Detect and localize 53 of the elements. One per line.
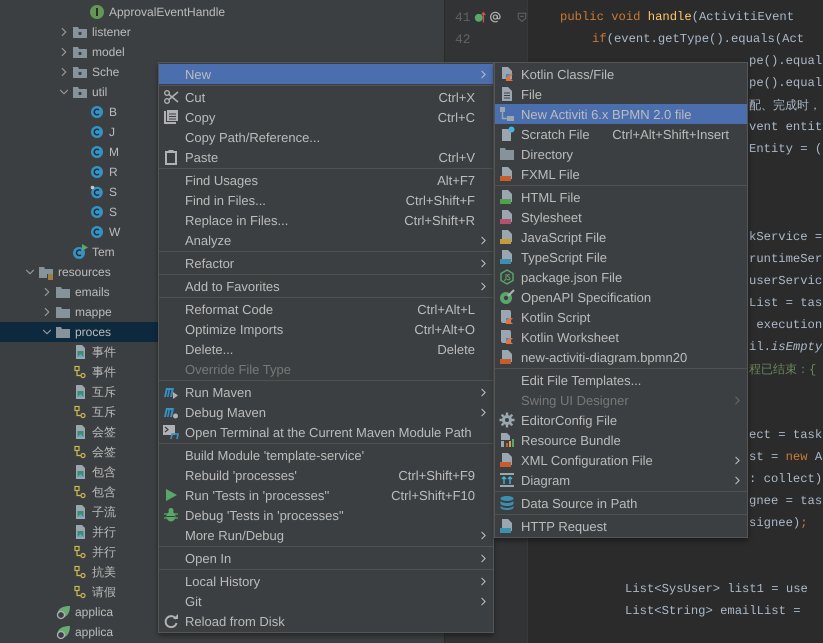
tree-item-label: 子流 — [92, 504, 116, 520]
tree-item-label: util — [92, 84, 108, 100]
code-line: List = tas — [749, 296, 822, 310]
code-line: List<String> emailList = — [625, 604, 801, 618]
tree-item-label: 事件 — [92, 364, 116, 380]
tree-item-label: 并行 — [92, 544, 116, 560]
tree-item-label: W — [109, 224, 120, 240]
tree-item-label: mappe — [75, 304, 112, 320]
tree-item-label: listener — [92, 24, 131, 40]
tree-item-label: resources — [58, 264, 111, 280]
tree-item-label: applica — [75, 604, 114, 620]
tree-item-label: proces — [75, 324, 112, 340]
code-line: pe().equal — [749, 54, 822, 68]
tree-item-label: Sche — [92, 64, 120, 80]
code-line: il.isEmpty — [749, 340, 822, 354]
tree-item-label: 会签 — [92, 444, 116, 460]
code-line: pe().equal — [749, 76, 822, 90]
tree-item-label: S — [109, 184, 118, 200]
tree-item-label: ApprovalEventHandle — [109, 4, 226, 20]
tree-item-label: 包含 — [92, 464, 116, 480]
code-line: kService = — [749, 230, 822, 244]
tree-item-label: S — [109, 204, 118, 220]
tree-item-label: J — [109, 124, 115, 140]
tree-item-label: 并行 — [92, 524, 116, 540]
tree-item-label: B — [109, 104, 118, 120]
code-line: signee); — [749, 516, 808, 530]
tree-item-label: 抗美 — [92, 564, 116, 580]
code-line: execution — [755, 318, 822, 332]
tree-item-label: Tem — [92, 244, 115, 260]
code-line: 程已结束：{ — [749, 362, 816, 378]
code-line: gnee = tas — [749, 494, 822, 508]
tree-item-label: 包含 — [92, 484, 116, 500]
code-line: ect = task — [749, 428, 822, 442]
code-line: 配、完成时， — [749, 98, 821, 114]
tree-item-label: 互斥 — [92, 404, 116, 420]
tree-item-label: emails — [75, 284, 110, 300]
tree-item-label: 互斥 — [92, 384, 116, 400]
tree-item-label: applica — [75, 624, 114, 640]
tree-item-label: M — [109, 144, 119, 160]
code-line: public void handle(ActivitiEvent — [560, 10, 794, 24]
code-line: runtimeSer — [749, 252, 822, 266]
code-line: Entity = ( — [749, 142, 822, 156]
tree-item-label: 会签 — [92, 424, 116, 440]
code-line: : collect) — [749, 472, 822, 486]
tree-item-label: R — [109, 164, 118, 180]
tree-item-label: 请假 — [92, 584, 116, 600]
tree-item-label: 事件 — [92, 344, 116, 360]
code-line: st = new A — [749, 450, 822, 464]
code-line: userServic — [749, 274, 822, 288]
code-line: vent entit — [749, 120, 822, 134]
code-line: List<SysUser> list1 = use — [625, 582, 808, 596]
code-line: if(event.getType().equals(Act — [592, 32, 804, 46]
tree-item-label: model — [92, 44, 125, 60]
